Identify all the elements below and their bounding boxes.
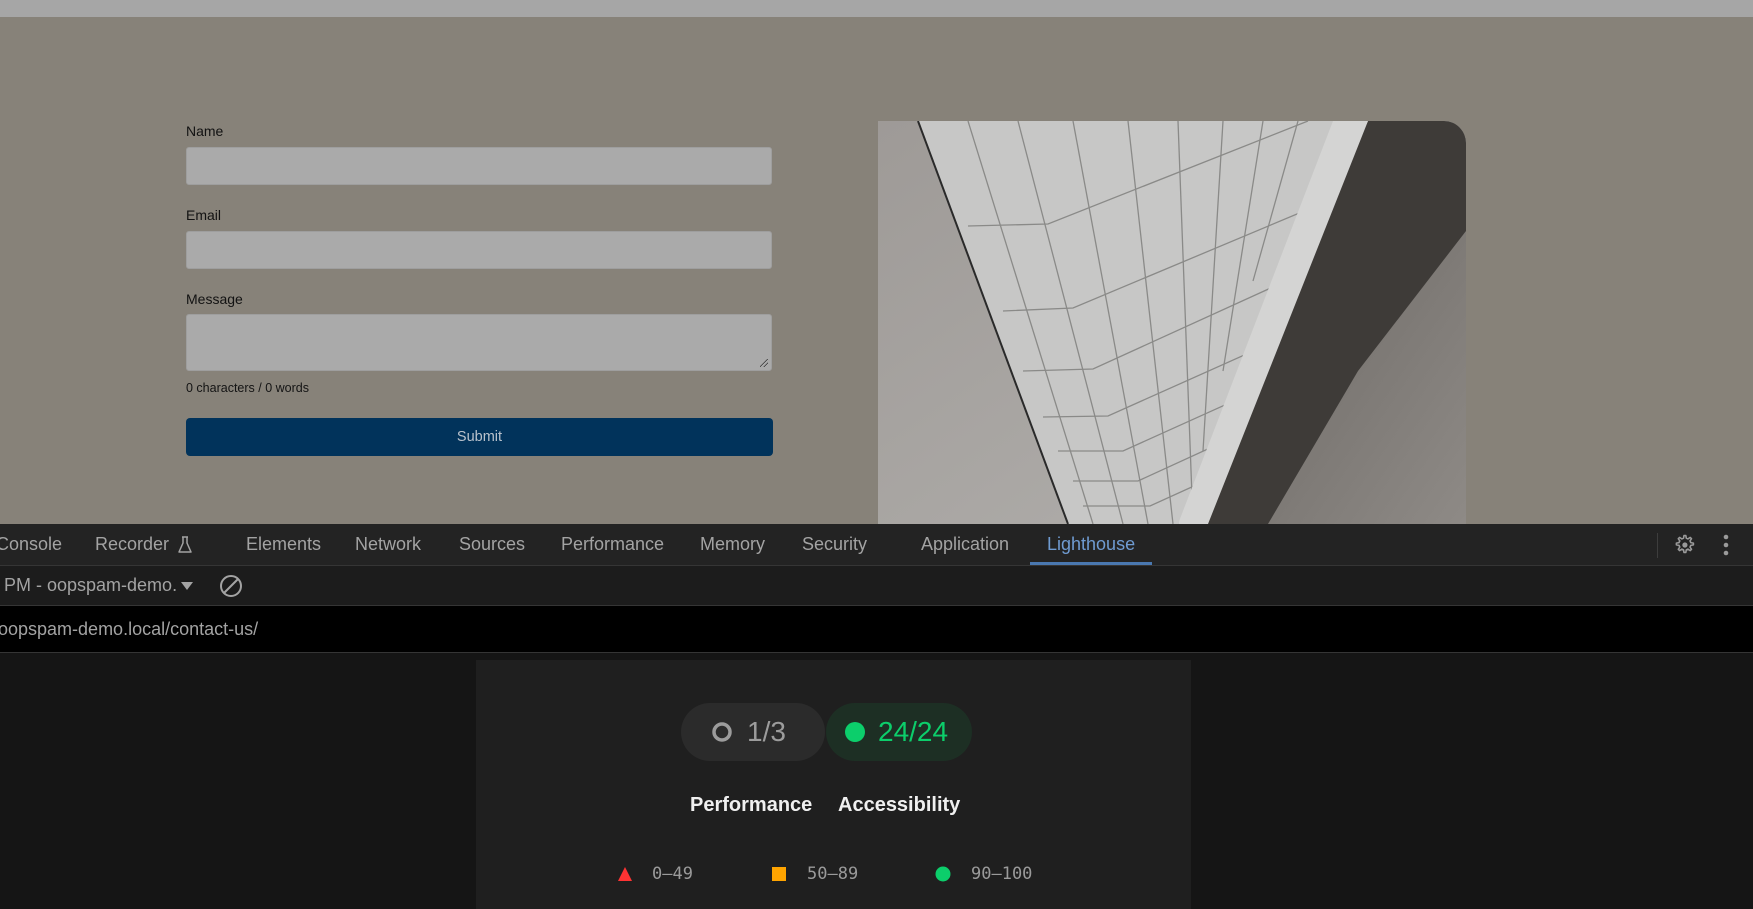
tab-sources[interactable]: Sources — [459, 524, 525, 565]
name-label: Name — [186, 123, 224, 139]
tab-security[interactable]: Security — [802, 524, 867, 565]
audited-url-bar: oopspam-demo.local/contact-us/ — [0, 606, 1753, 653]
flask-icon — [178, 535, 192, 553]
clear-block-icon[interactable] — [218, 573, 244, 599]
devtools-tab-bar: Console Recorder Elements Network Source… — [0, 524, 1753, 566]
pass-circle-icon — [845, 722, 865, 742]
message-label: Message — [186, 291, 243, 307]
tab-network[interactable]: Network — [355, 524, 421, 565]
more-options-icon[interactable] — [1717, 532, 1735, 558]
tab-elements[interactable]: Elements — [246, 524, 321, 565]
performance-category-label[interactable]: Performance — [690, 794, 812, 817]
report-selector-dropdown[interactable]: PM - oopspam-demo. — [4, 566, 194, 605]
settings-gear-icon[interactable] — [1671, 532, 1697, 558]
email-label: Email — [186, 207, 222, 223]
dropdown-arrow-icon — [181, 581, 194, 590]
lighthouse-report-summary: 1/3 24/24 Performance Accessibility 0–49… — [476, 660, 1191, 909]
lighthouse-toolbar: PM - oopspam-demo. — [0, 566, 1753, 606]
message-textarea[interactable] — [186, 314, 772, 371]
fail-triangle-icon — [618, 867, 632, 881]
email-input[interactable] — [186, 231, 772, 269]
neutral-circle-icon — [712, 722, 732, 742]
performance-score-badge[interactable]: 1/3 — [681, 703, 825, 761]
tab-recorder[interactable]: Recorder — [95, 524, 193, 565]
skylight-photo-illustration — [878, 121, 1466, 524]
accessibility-score-badge[interactable]: 24/24 — [826, 703, 972, 761]
resize-handle-icon[interactable] — [760, 359, 768, 367]
character-counter: 0 characters / 0 words — [186, 381, 309, 395]
audited-url[interactable]: oopspam-demo.local/contact-us/ — [0, 606, 258, 652]
name-input[interactable] — [186, 147, 772, 185]
performance-score: 1/3 — [747, 716, 786, 747]
tab-lighthouse[interactable]: Lighthouse — [1029, 524, 1153, 565]
tab-application[interactable]: Application — [921, 524, 1009, 565]
tab-memory[interactable]: Memory — [700, 524, 765, 565]
accessibility-score: 24/24 — [878, 716, 949, 747]
tab-console[interactable]: Console — [0, 524, 62, 565]
devtools-panel: Console Recorder Elements Network Source… — [0, 524, 1753, 909]
web-page: Name Email Message 0 characters / 0 word… — [0, 17, 1753, 524]
submit-button[interactable]: Submit — [186, 418, 773, 456]
pass-circle-legend-icon — [935, 866, 951, 882]
legend-item-fail: 0–49 — [617, 864, 693, 884]
tab-bar-divider — [1657, 533, 1658, 558]
legend-item-average: 50–89 — [771, 864, 858, 884]
legend-item-pass: 90–100 — [935, 864, 1032, 884]
average-square-icon — [772, 867, 786, 881]
accessibility-category-label[interactable]: Accessibility — [838, 794, 960, 817]
hero-image — [878, 121, 1466, 524]
browser-top-strip — [0, 0, 1753, 17]
tab-performance[interactable]: Performance — [561, 524, 664, 565]
